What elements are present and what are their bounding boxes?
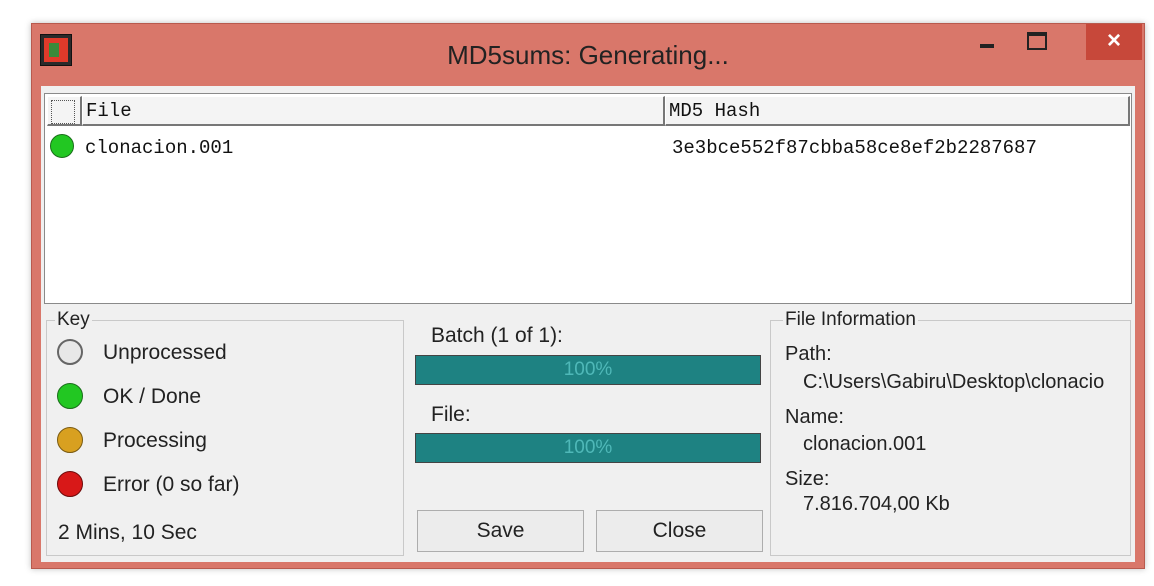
column-header-hash[interactable]: MD5 Hash: [665, 96, 1130, 126]
close-icon: ×: [1106, 27, 1121, 54]
batch-progress-text: 100%: [563, 359, 613, 380]
elapsed-time: 2 Mins, 10 Sec: [58, 521, 197, 544]
save-button[interactable]: Save: [417, 510, 584, 552]
file-progress-label: File:: [431, 403, 471, 426]
batch-label: Batch (1 of 1):: [431, 324, 563, 347]
done-status-icon: [57, 383, 83, 409]
unprocessed-status-icon: [57, 339, 83, 365]
client-area: File MD5 Hash clonacion.001 3e3bce552f87…: [41, 86, 1135, 562]
key-group: Key Unprocessed OK / Done Processing Err…: [46, 309, 404, 556]
close-button[interactable]: Close: [596, 510, 763, 552]
file-progress-bar: 100%: [415, 433, 761, 463]
file-list[interactable]: File MD5 Hash clonacion.001 3e3bce552f87…: [44, 93, 1132, 304]
column-header-status[interactable]: [47, 96, 82, 126]
md5sums-window: MD5sums: Generating... × File MD5 Hash c…: [31, 23, 1145, 569]
key-label-error: Error (0 so far): [103, 473, 240, 496]
key-label-processing: Processing: [103, 429, 207, 452]
key-label-unprocessed: Unprocessed: [103, 341, 227, 364]
key-label-done: OK / Done: [103, 385, 202, 408]
window-close-button[interactable]: ×: [1086, 24, 1142, 60]
title-bar[interactable]: MD5sums: Generating... ×: [32, 24, 1144, 86]
status-done-icon: [50, 134, 74, 158]
path-label: Path:: [785, 343, 832, 365]
file-progress-text: 100%: [563, 437, 613, 458]
file-information-title: File Information: [783, 309, 918, 331]
size-value: 7.816.704,00 Kb: [803, 493, 950, 515]
path-value: C:\Users\Gabiru\Desktop\clonacio: [803, 371, 1105, 393]
file-information-group: File Information Path: C:\Users\Gabiru\D…: [770, 309, 1131, 556]
key-title: Key: [55, 309, 92, 331]
batch-progress-bar: 100%: [415, 355, 761, 385]
column-header-file[interactable]: File: [82, 96, 665, 126]
processing-status-icon: [57, 427, 83, 453]
list-item[interactable]: clonacion.001 3e3bce552f87cbba58ce8ef2b2…: [45, 132, 1131, 164]
name-label: Name:: [785, 406, 844, 428]
size-label: Size:: [785, 468, 830, 490]
minimize-button[interactable]: [967, 24, 1011, 60]
maximize-button[interactable]: [1015, 24, 1061, 60]
name-value: clonacion.001: [803, 433, 927, 455]
file-name-cell: clonacion.001: [85, 137, 234, 159]
error-status-icon: [57, 471, 83, 497]
md5-hash-cell: 3e3bce552f87cbba58ce8ef2b2287687: [672, 137, 1037, 159]
